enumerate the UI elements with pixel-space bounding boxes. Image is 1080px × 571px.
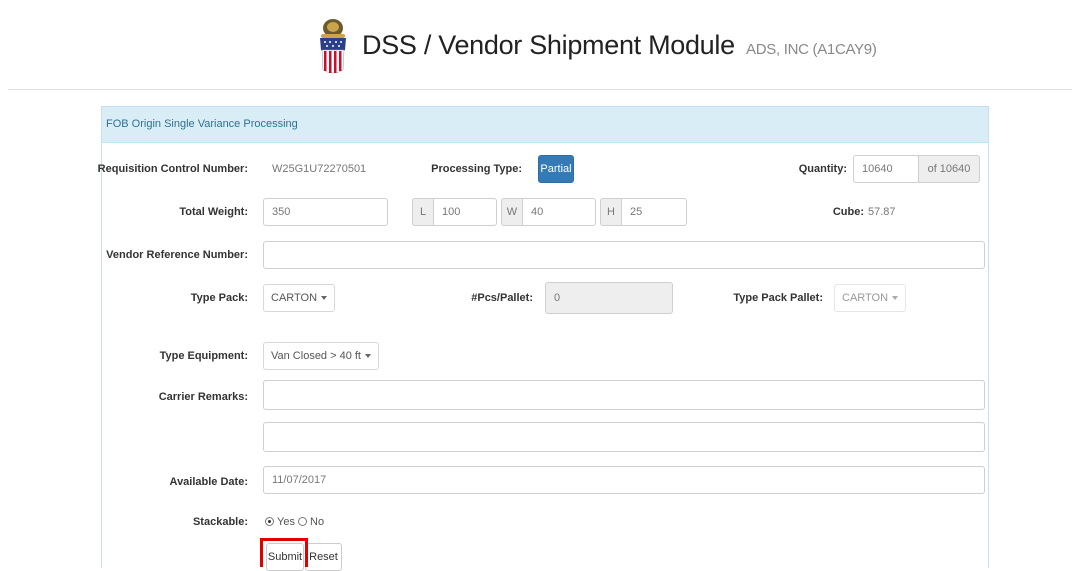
type-pack-label: Type Pack:	[190, 292, 248, 304]
processing-type-label: Processing Type:	[431, 163, 522, 175]
length-addon: L	[412, 198, 434, 226]
dla-seal-icon	[320, 19, 346, 74]
available-date-label: Available Date:	[169, 476, 248, 488]
carrier-remarks-label: Carrier Remarks:	[158, 391, 248, 403]
panel-heading-text: FOB Origin Single Variance Processing	[106, 118, 298, 130]
height-input[interactable]: 25	[621, 198, 687, 226]
pcs-pallet-label: #Pcs/Pallet:	[471, 292, 533, 304]
processing-type-button[interactable]: Partial	[538, 155, 574, 183]
cube-value: 57.87	[868, 206, 896, 218]
company-name: ADS, INC (A1CAY9)	[746, 41, 877, 58]
submit-highlight-box	[260, 538, 308, 567]
type-pack-pallet-value: CARTON	[842, 292, 889, 304]
width-input[interactable]: 40	[522, 198, 596, 226]
module-title: DSS / Vendor Shipment Module	[362, 30, 735, 60]
available-date-input[interactable]: 11/07/2017	[263, 466, 985, 494]
stackable-no-label: No	[310, 516, 325, 528]
type-equipment-label: Type Equipment:	[159, 350, 248, 362]
pcs-pallet-input[interactable]: 0	[545, 282, 673, 314]
quantity-input[interactable]: 10640	[853, 155, 919, 183]
type-pack-pallet-label: Type Pack Pallet:	[733, 292, 823, 304]
type-pack-value: CARTON	[271, 292, 318, 304]
type-equipment-dropdown[interactable]: Van Closed > 40 ft	[263, 342, 379, 370]
rcn-label: Requisition Control Number:	[97, 163, 248, 175]
carrier-remarks-input-1[interactable]	[263, 380, 985, 410]
vendor-ref-input[interactable]	[263, 241, 985, 269]
carrier-remarks-input-2[interactable]	[263, 422, 985, 452]
length-input[interactable]: 100	[433, 198, 497, 226]
chevron-down-icon	[365, 354, 371, 359]
type-equipment-value: Van Closed > 40 ft	[271, 350, 361, 362]
chevron-down-icon	[321, 296, 328, 301]
stackable-no-radio[interactable]	[298, 517, 307, 526]
rcn-value: W25G1U72270501	[272, 163, 367, 175]
quantity-label: Quantity:	[798, 163, 847, 175]
panel-heading: FOB Origin Single Variance Processing	[102, 107, 988, 143]
total-weight-label: Total Weight:	[179, 206, 248, 218]
page-title: DSS / Vendor Shipment Module ADS, INC (A…	[362, 30, 877, 61]
stackable-yes-label: Yes	[277, 516, 295, 528]
total-weight-input[interactable]: 350	[263, 198, 388, 226]
chevron-down-icon	[892, 296, 899, 301]
type-pack-pallet-dropdown[interactable]: CARTON	[834, 284, 907, 312]
stackable-label: Stackable:	[192, 516, 248, 528]
width-addon: W	[501, 198, 523, 226]
height-addon: H	[600, 198, 622, 226]
stackable-yes-radio[interactable]	[265, 517, 274, 526]
vendor-ref-label: Vendor Reference Number:	[106, 249, 248, 261]
app-header: DSS / Vendor Shipment Module ADS, INC (A…	[0, 0, 1080, 88]
type-pack-dropdown[interactable]: CARTON	[263, 284, 336, 312]
cube-label: Cube:	[832, 206, 864, 218]
header-divider	[8, 89, 1072, 90]
quantity-total-addon: of 10640	[918, 155, 980, 183]
